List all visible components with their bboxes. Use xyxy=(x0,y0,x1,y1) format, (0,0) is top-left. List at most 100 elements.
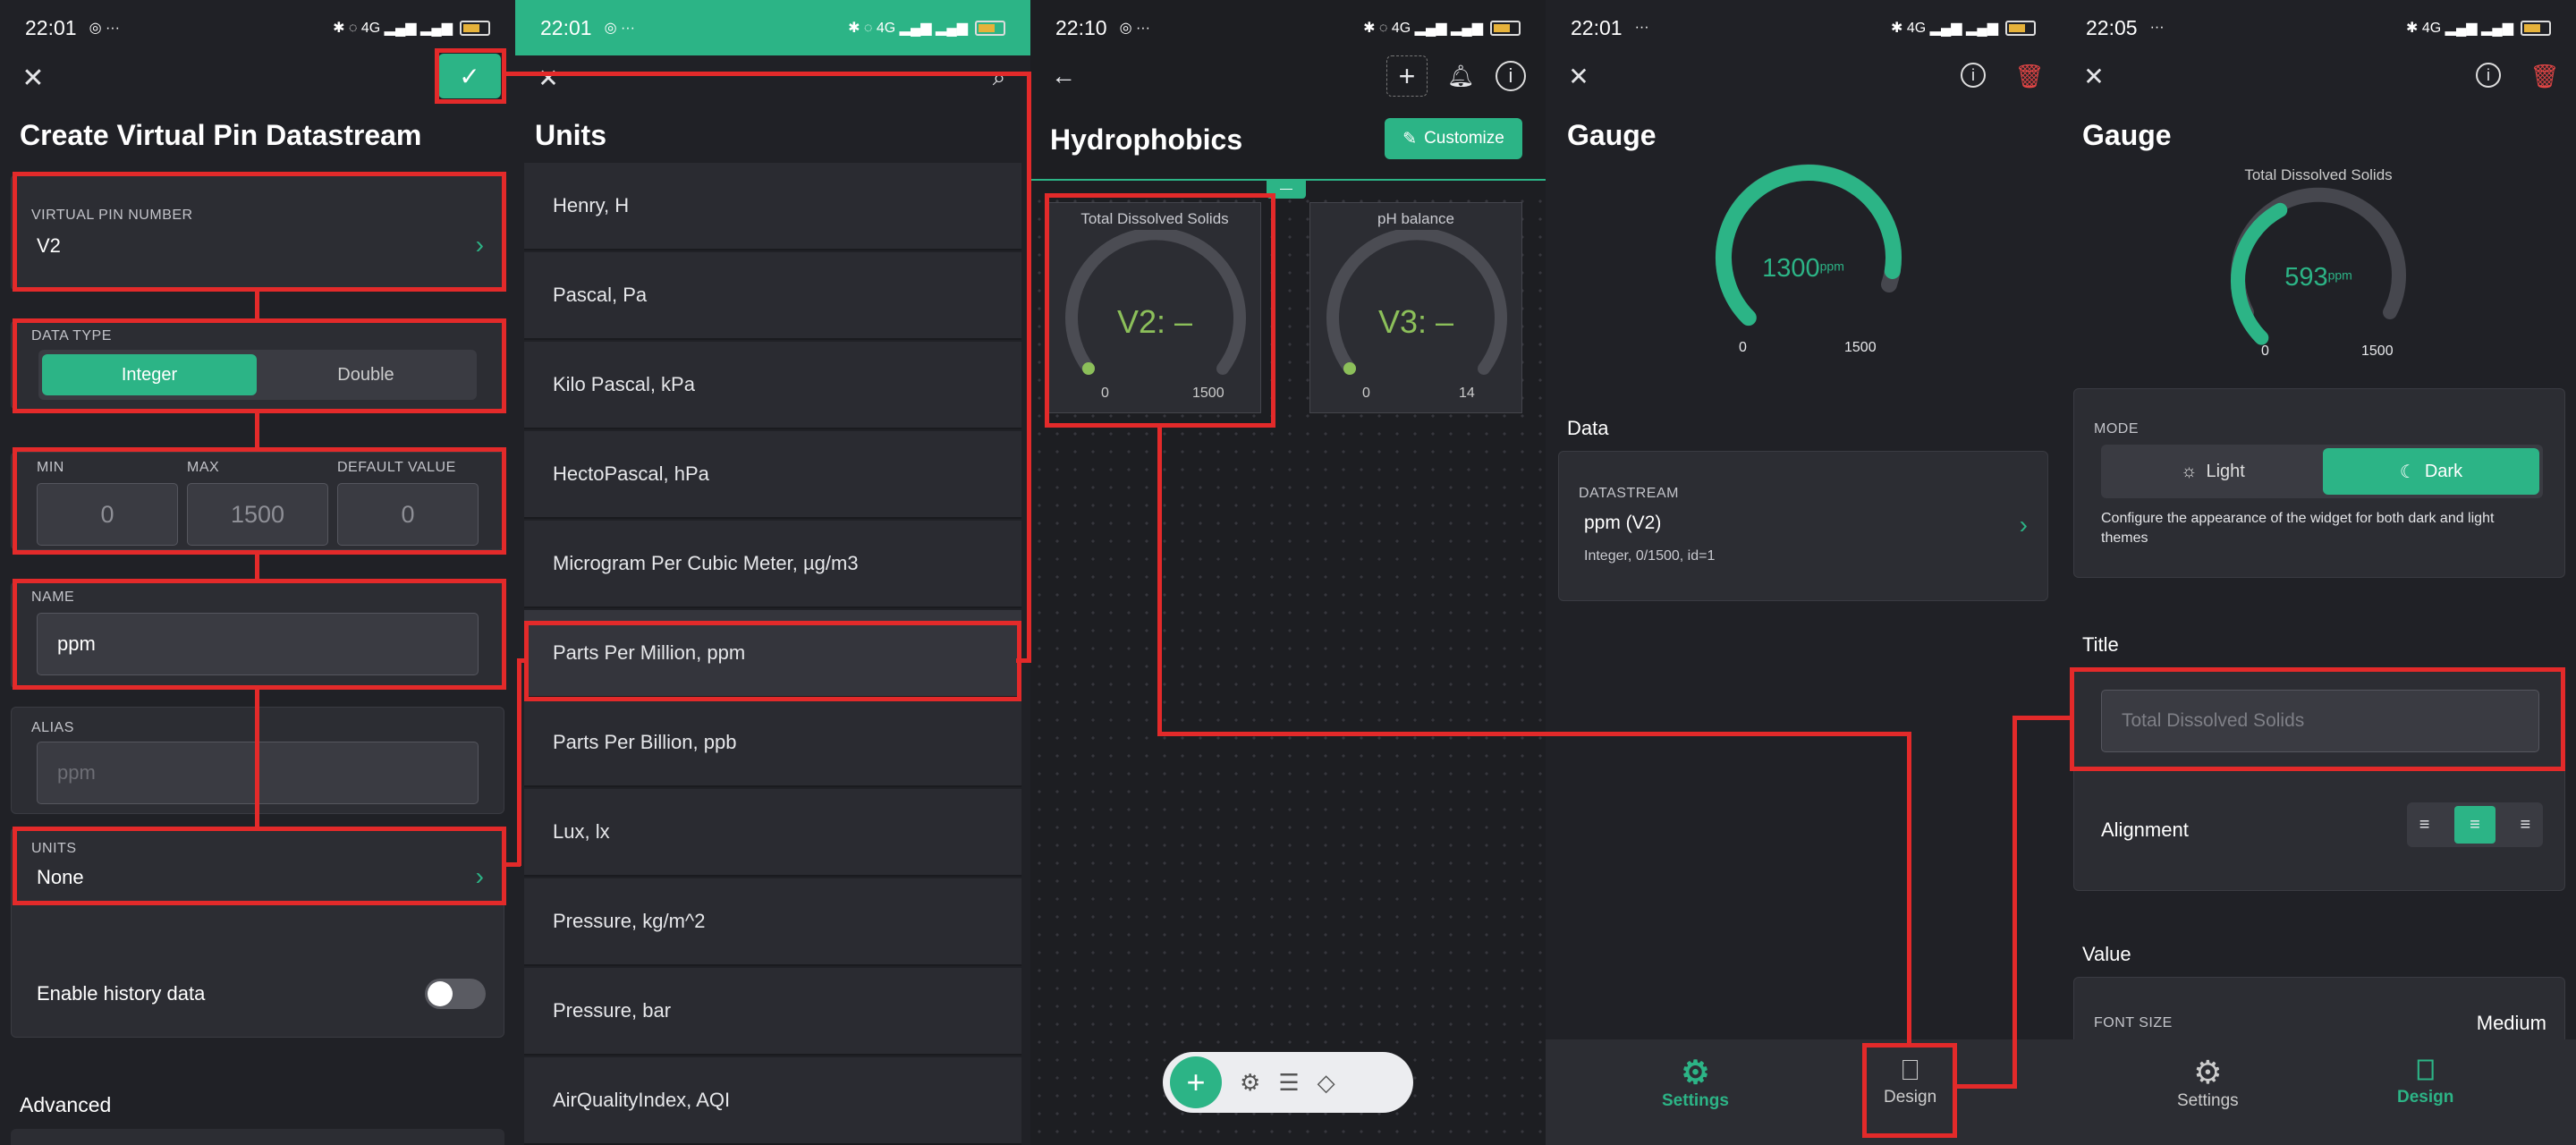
align-right-icon[interactable]: ≡ xyxy=(2521,815,2531,835)
customize-button[interactable]: ✎ Customize xyxy=(1385,118,1522,159)
unit-item[interactable]: Pressure, bar xyxy=(524,968,1021,1056)
alignment-control: ≡ ≡ ≡ xyxy=(2407,802,2543,847)
dashboard-screen: 22:10 ◎ ··· ✱ ◌ 4G ▂▄▆ ▂▄▆ ← + 🔔︎ i Hydrop… xyxy=(1030,0,1546,1145)
battery-icon xyxy=(2521,20,2551,36)
min-input[interactable]: 0 xyxy=(37,483,178,546)
max-label: MAX xyxy=(187,460,220,475)
min-label: MIN xyxy=(37,460,64,475)
history-label: Enable history data xyxy=(37,982,206,1005)
title-input[interactable]: Total Dissolved Solids xyxy=(2101,690,2539,752)
gauge-fill xyxy=(1716,165,1902,327)
gauge-unit: ppm xyxy=(1819,259,1844,274)
title-card: Total Dissolved Solids Alignment ≡ ≡ ≡ xyxy=(2073,667,2565,891)
value-heading: Value xyxy=(2082,943,2131,965)
close-icon[interactable]: ✕ xyxy=(1563,61,1594,91)
gauge-min: 0 xyxy=(1739,340,1747,355)
confirm-check-button[interactable]: ✓ xyxy=(438,54,501,98)
sun-icon: ☼ xyxy=(2181,461,2198,481)
page-title: Create Virtual Pin Datastream xyxy=(20,119,422,151)
add-icon[interactable]: + xyxy=(1170,1056,1222,1108)
alias-input[interactable]: ppm xyxy=(37,742,479,804)
info-icon[interactable]: i xyxy=(1961,63,1986,88)
widget-min: 0 xyxy=(1362,386,1370,401)
advanced-card xyxy=(11,1129,504,1145)
tab-label: Settings xyxy=(2177,1091,2239,1110)
datatype-label: DATA TYPE xyxy=(31,328,112,344)
status-bar: 22:10 ◎ ··· ✱ ◌ 4G ▂▄▆ ▂▄▆ xyxy=(1030,0,1546,55)
gauge-title: Total Dissolved Solids xyxy=(2244,166,2393,183)
trash-icon[interactable]: 🗑︎ xyxy=(2015,61,2045,91)
chevron-right-icon: › xyxy=(2019,511,2028,539)
widget-value: V2: – xyxy=(1116,303,1193,340)
info-icon[interactable]: i xyxy=(1496,61,1526,91)
widget-title: Total Dissolved Solids xyxy=(1080,210,1229,227)
unit-item-selected[interactable]: Parts Per Million, ppm xyxy=(524,610,1021,698)
mode-light-option[interactable]: ☼ Light xyxy=(2105,448,2321,495)
mode-dark-option[interactable]: ☾ Dark xyxy=(2323,448,2539,495)
close-icon[interactable]: ✕ xyxy=(533,63,564,93)
unit-item[interactable]: Henry, H xyxy=(524,163,1021,250)
max-input[interactable]: 1500 xyxy=(187,483,328,546)
unit-item[interactable]: Lux, lx xyxy=(524,789,1021,877)
alias-card: ALIAS ppm xyxy=(11,707,504,814)
widget-max: 14 xyxy=(1459,386,1475,401)
add-widget-icon[interactable]: + xyxy=(1386,55,1428,97)
virtual-pin-card[interactable]: VIRTUAL PIN NUMBER V2 › xyxy=(11,174,504,291)
settings-tab[interactable]: ⚙ Settings xyxy=(1662,1054,1729,1111)
gear-icon[interactable]: ⚙ xyxy=(1240,1069,1260,1097)
unit-item[interactable]: Microgram Per Cubic Meter, µg/m3 xyxy=(524,521,1021,608)
datastream-card[interactable]: DATASTREAM ppm (V2) Integer, 0/1500, id=… xyxy=(1558,451,2048,601)
info-icon[interactable]: i xyxy=(2476,63,2501,88)
close-icon[interactable]: ✕ xyxy=(2079,61,2109,91)
units-card[interactable]: UNITS None › Enable history data xyxy=(11,827,504,1038)
advanced-heading: Advanced xyxy=(20,1093,112,1116)
settings-tab[interactable]: ⚙ Settings xyxy=(2177,1054,2239,1111)
mode-card: MODE ☼ Light ☾ Dark Configure the appearan… xyxy=(2073,388,2565,578)
design-tab[interactable]: ⎕ Design xyxy=(1884,1054,1936,1107)
bell-icon[interactable]: 🔔︎ xyxy=(1445,61,1476,91)
name-input[interactable]: ppm xyxy=(37,613,479,675)
unit-item[interactable]: AirQualityIndex, AQI xyxy=(524,1057,1021,1145)
default-value-input[interactable]: 0 xyxy=(337,483,479,546)
align-left-icon[interactable]: ≡ xyxy=(2419,815,2430,835)
page-title: Gauge xyxy=(2082,119,2172,151)
datatype-integer-option[interactable]: Integer xyxy=(42,354,257,395)
datatype-double-option[interactable]: Double xyxy=(258,354,473,395)
status-time: 22:01 xyxy=(1571,15,1623,39)
unit-item[interactable]: Pressure, kg/m^2 xyxy=(524,878,1021,966)
name-card: NAME ppm xyxy=(11,581,504,689)
history-toggle[interactable] xyxy=(425,979,486,1009)
ph-gauge-widget[interactable]: pH balance V3: – 0 14 xyxy=(1309,202,1522,413)
title-heading: Title xyxy=(2082,633,2119,656)
unit-item[interactable]: Pascal, Pa xyxy=(524,252,1021,340)
page-title: Units xyxy=(535,119,606,151)
unit-item[interactable]: Parts Per Billion, ppb xyxy=(524,700,1021,787)
widget-min: 0 xyxy=(1101,386,1109,401)
align-center-icon[interactable]: ≡ xyxy=(2453,806,2496,844)
close-icon[interactable]: ✕ xyxy=(18,63,48,93)
status-bar: 22:01 ··· ✱ 4G ▂▄▆ ▂▄▆ xyxy=(1546,0,2061,55)
battery-icon xyxy=(1490,20,1521,36)
widget-title: pH balance xyxy=(1377,210,1454,227)
status-bar: 22:05 ··· ✱ 4G ▂▄▆ ▂▄▆ xyxy=(2061,0,2576,55)
design-tab[interactable]: ⎕ Design xyxy=(2397,1054,2453,1107)
gauge-readout: 1300ppm xyxy=(1546,254,2061,284)
units-value: None xyxy=(37,866,84,888)
tds-gauge-widget[interactable]: Total Dissolved Solids V2: – 0 1500 xyxy=(1048,202,1261,413)
back-arrow-icon[interactable]: ← xyxy=(1048,61,1079,91)
page-title: Gauge xyxy=(1567,119,1657,151)
unit-item[interactable]: HectoPascal, hPa xyxy=(524,431,1021,519)
mode-dark-label: Dark xyxy=(2424,461,2463,481)
gauge-unit: ppm xyxy=(2327,267,2352,283)
battery-icon xyxy=(460,20,490,36)
screenshot-collage: 22:01 ◎ ··· ✱ ◌ 4G ▂▄▆ ▂▄▆ ✕ ✓ Create Virt… xyxy=(0,0,2576,1145)
dashboard-title: Hydrophobics xyxy=(1050,123,1243,156)
paint-bucket-icon: ⎕ xyxy=(2417,1054,2435,1086)
trash-icon[interactable]: 🗑︎ xyxy=(2530,61,2560,91)
status-time: 22:01 xyxy=(25,15,77,39)
sliders-icon[interactable]: ☰ xyxy=(1278,1069,1299,1097)
unit-item[interactable]: Kilo Pascal, kPa xyxy=(524,342,1021,429)
layers-icon[interactable]: ◇ xyxy=(1318,1069,1335,1097)
gauge-min: 0 xyxy=(2261,344,2269,359)
search-icon[interactable]: ⌕ xyxy=(984,63,1014,93)
